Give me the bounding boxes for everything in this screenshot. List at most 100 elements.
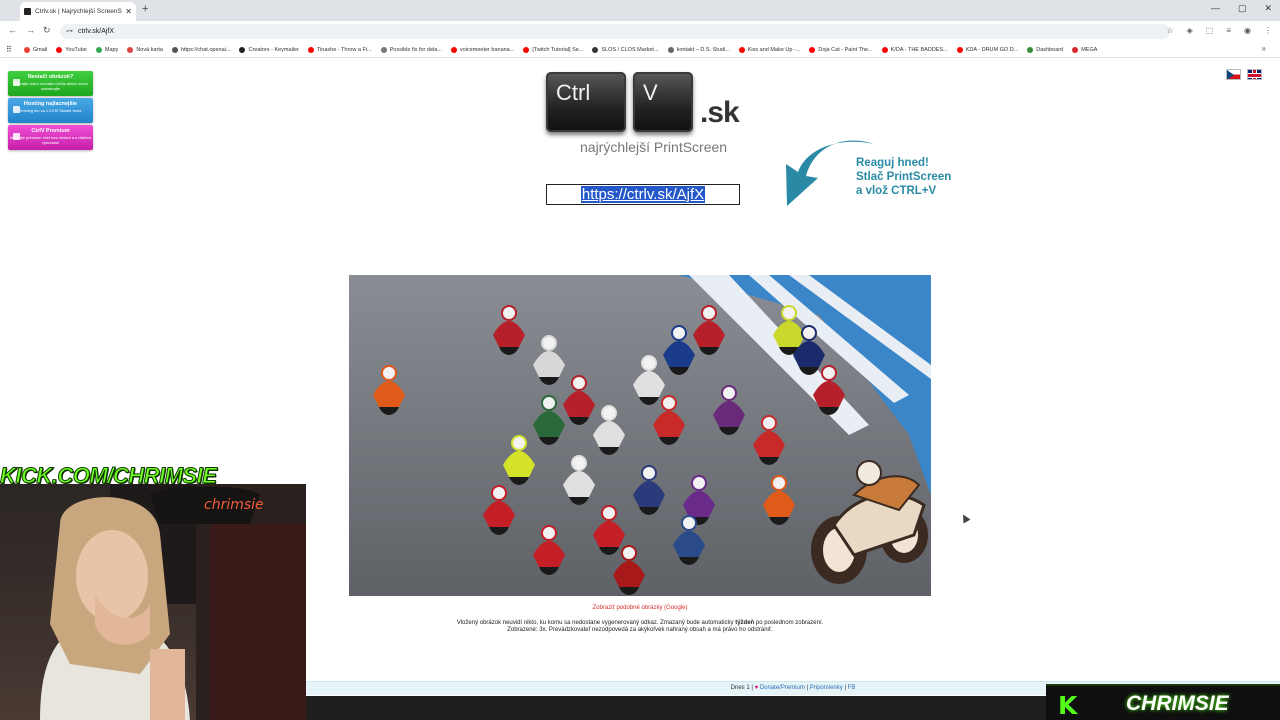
- share-url-text[interactable]: https://ctrlv.sk/AjfX: [580, 186, 706, 203]
- bookmark-favicon-icon: [23, 46, 30, 53]
- bookmark-label: Gmail: [32, 46, 48, 53]
- bookmark-item[interactable]: https://chat.openai...: [171, 46, 231, 53]
- notice-line1: Vložený obrázok neuvidí nikto, ku komu s…: [349, 620, 931, 628]
- bookmark-label: Doja Cat - Paint The...: [818, 46, 873, 53]
- browser-tab[interactable]: Ctrlv.sk | Najrýchlejší ScreenSh... ✕: [20, 2, 136, 21]
- mouse-cursor-icon: [959, 512, 971, 524]
- bookmark-favicon-icon: [307, 46, 314, 53]
- bookmark-label: KDA - DRUM GO D...: [965, 46, 1019, 53]
- bookmark-label: Tinashe - Throw a Fi...: [316, 46, 372, 53]
- bookmark-label: SLOS / CLOS Market...: [601, 46, 659, 53]
- maximize-icon[interactable]: ▢: [1238, 3, 1247, 14]
- bookmark-favicon-icon: [667, 46, 674, 53]
- bookmark-favicon-icon: [881, 46, 888, 53]
- site-logo[interactable]: Ctrl V .sk: [546, 72, 746, 134]
- callout-text: Reaguj hned! Stlač PrintScreen a vlož CT…: [856, 156, 951, 198]
- extensions-icon[interactable]: ⬚: [1206, 26, 1214, 35]
- more-bookmarks-icon[interactable]: »: [1262, 44, 1266, 53]
- new-tab-icon[interactable]: +: [142, 3, 148, 15]
- facebook-link[interactable]: FB: [848, 685, 856, 691]
- promo-hosting-title: Hosting najlacnejšie: [23, 101, 78, 107]
- back-icon[interactable]: ←: [8, 25, 17, 35]
- callout-line2: Stlač PrintScreen: [856, 171, 952, 183]
- bookmark-item[interactable]: YouTube: [56, 46, 87, 53]
- document-icon: [13, 106, 20, 113]
- bookmark-item[interactable]: voicemeeter banana...: [450, 46, 515, 53]
- forward-icon[interactable]: →: [26, 25, 35, 35]
- bookmark-item[interactable]: kontakt – D.S. Studi...: [667, 46, 730, 53]
- kick-logo-icon: K: [1058, 691, 1078, 720]
- reload-icon[interactable]: ↻: [43, 25, 51, 36]
- promo-premium-title: CtrlV Premium: [31, 128, 70, 134]
- bookmark-item[interactable]: Doja Cat - Paint The...: [809, 46, 873, 53]
- minimize-icon[interactable]: —: [1211, 3, 1220, 14]
- bookmark-item[interactable]: KDA - DRUM GO D...: [956, 46, 1019, 53]
- bookmark-label: voicemeeter banana...: [459, 46, 515, 53]
- webcam-feed: chrimsie: [0, 484, 306, 720]
- bookmark-item[interactable]: [Twitch Tutorial] Se...: [523, 46, 583, 53]
- uploaded-image[interactable]: [349, 275, 931, 596]
- donate-link[interactable]: Donate/Premium: [760, 685, 805, 691]
- footer-separator: |: [844, 685, 846, 691]
- promo-premium-text: Aktivujte prémium účet bez reklám a s ďa…: [9, 135, 92, 145]
- bookmark-star-icon[interactable]: ☆: [1166, 26, 1173, 35]
- bookmark-item[interactable]: Gmail: [23, 46, 48, 53]
- bookmark-favicon-icon: [1072, 46, 1079, 53]
- czech-flag-icon[interactable]: [1226, 69, 1241, 80]
- bookmark-item[interactable]: Creators - Keymailer: [239, 46, 299, 53]
- bookmark-favicon-icon: [592, 46, 599, 53]
- promo-hosting[interactable]: Hosting najlacnejšie Hosting len za 1.23…: [8, 98, 93, 123]
- bookmark-item[interactable]: Mapy: [95, 46, 119, 53]
- bookmark-item[interactable]: Possible fix for dela...: [380, 46, 442, 53]
- channel-name: CHRIMSIE: [1126, 692, 1229, 715]
- bookmark-item[interactable]: Tinashe - Throw a Fi...: [307, 46, 372, 53]
- bookmark-label: https://chat.openai...: [180, 46, 231, 53]
- bookmark-item[interactable]: K/DA - THE BADDES...: [881, 46, 948, 53]
- shield-icon[interactable]: ◈: [1187, 26, 1193, 35]
- address-text: ctrlv.sk/AjfX: [78, 28, 115, 35]
- bookmark-item[interactable]: Kiss and Make Up -...: [738, 46, 800, 53]
- promo-video-text: Nahrajte video rovnako rýchlo alebo rovn…: [13, 81, 88, 91]
- close-window-icon[interactable]: ✕: [1264, 3, 1272, 14]
- bookmark-item[interactable]: Dashboard: [1027, 46, 1064, 53]
- bookmark-label: Creators - Keymailer: [248, 46, 299, 53]
- bookmark-favicon-icon: [809, 46, 816, 53]
- video-camera-icon: [13, 79, 20, 86]
- bookmark-item[interactable]: SLOS / CLOS Market...: [592, 46, 659, 53]
- bookmark-label: K/DA - THE BADDES...: [890, 46, 948, 53]
- close-tab-icon[interactable]: ✕: [125, 7, 132, 16]
- bookmark-label: MEGA: [1081, 46, 1098, 53]
- callout-line3: a vlož CTRL+V: [856, 185, 937, 197]
- notice1-pre: Vložený obrázok neuvidí nikto, ku komu s…: [456, 619, 736, 626]
- address-bar[interactable]: ⊶ ctrlv.sk/AjfX: [60, 24, 1170, 39]
- promo-premium[interactable]: CtrlV Premium Aktivujte prémium účet bez…: [8, 125, 93, 150]
- similar-images-link[interactable]: Zobraziť podobné obrázky (Google): [349, 605, 931, 613]
- image-notes: Zobraziť podobné obrázky (Google) Vložen…: [349, 605, 931, 635]
- bookmark-label: Mapy: [104, 46, 119, 53]
- footer-separator: |: [806, 685, 809, 691]
- language-switcher: [1226, 69, 1262, 80]
- kick-channel-banner: K CHRIMSIE: [1046, 684, 1280, 720]
- bookmark-favicon-icon: [450, 46, 457, 53]
- apps-icon[interactable]: ⠿: [6, 45, 12, 54]
- profile-icon[interactable]: ◉: [1244, 26, 1251, 35]
- bookmark-favicon-icon: [523, 46, 530, 53]
- logo-tagline: najrýchlejší PrintScreen: [580, 139, 728, 155]
- notice1-post: po poslednom zobrazení.: [754, 619, 824, 626]
- english-flag-icon[interactable]: [1247, 69, 1262, 80]
- bookmark-item[interactable]: MEGA: [1072, 46, 1098, 53]
- site-info-icon[interactable]: ⊶: [66, 24, 73, 39]
- logo-key-ctrl: Ctrl: [546, 72, 626, 132]
- bookmark-label: Dashboard: [1036, 46, 1064, 53]
- feedback-link[interactable]: Pripomienky: [810, 685, 843, 691]
- logo-suffix: .sk: [700, 96, 740, 129]
- bookmark-item[interactable]: Nová karta: [127, 46, 163, 53]
- media-icon[interactable]: ≡: [1226, 26, 1231, 35]
- share-url-field[interactable]: https://ctrlv.sk/AjfX: [546, 184, 740, 205]
- motogp-race-photo: [349, 275, 931, 596]
- promo-hosting-text: Hosting len za 1.23 €! Skúste teraz: [19, 108, 82, 113]
- bookmark-favicon-icon: [1027, 46, 1034, 53]
- window-controls: — ▢ ✕: [1211, 3, 1272, 14]
- menu-icon[interactable]: ⋮: [1264, 26, 1272, 35]
- promo-video[interactable]: Nestačí obrázok? Nahrajte video rovnako …: [8, 71, 93, 96]
